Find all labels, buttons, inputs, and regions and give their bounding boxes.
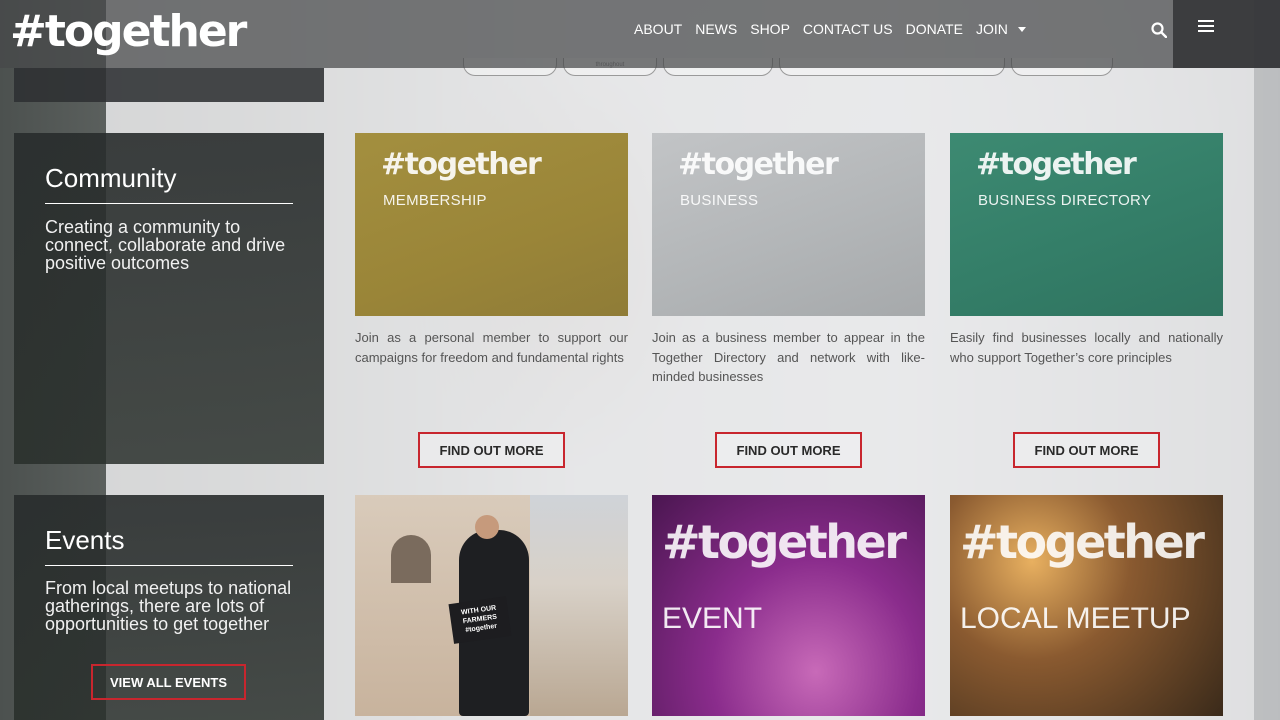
site-header: #together ABOUT NEWS SHOP CONTACT US DON… bbox=[0, 0, 1280, 68]
previous-section-card bbox=[14, 68, 324, 102]
tile-logo: #together bbox=[960, 515, 1205, 569]
nav-news[interactable]: NEWS bbox=[695, 21, 737, 37]
divider bbox=[45, 203, 293, 204]
tile-logo: #together bbox=[976, 147, 1137, 182]
nav-join[interactable]: JOIN bbox=[976, 21, 1026, 37]
events-title: Events bbox=[45, 525, 125, 555]
tile-subtitle: MEMBERSHIP bbox=[383, 192, 487, 209]
chevron-down-icon bbox=[1017, 26, 1026, 32]
tile-subtitle: BUSINESS DIRECTORY bbox=[978, 192, 1152, 209]
membership-description: Join as a personal member to support our… bbox=[355, 330, 628, 365]
membership-tile[interactable]: #together MEMBERSHIP bbox=[355, 133, 628, 316]
business-find-out-more-button[interactable]: FIND OUT MORE bbox=[715, 432, 862, 468]
events-card: Events From local meetups to national ga… bbox=[14, 495, 324, 720]
tile-logo: #together bbox=[662, 515, 907, 569]
tile-subtitle: BUSINESS bbox=[680, 192, 759, 209]
nav-shop[interactable]: SHOP bbox=[750, 21, 790, 37]
business-tile[interactable]: #together BUSINESS bbox=[652, 133, 925, 316]
event-tile[interactable]: #together EVENT bbox=[652, 495, 925, 716]
events-description: From local meetups to national gathering… bbox=[45, 578, 292, 634]
person-head bbox=[475, 515, 499, 539]
overlay-edge bbox=[1254, 0, 1280, 720]
tile-subtitle: LOCAL MEETUP bbox=[960, 602, 1191, 635]
view-all-events-button[interactable]: VIEW ALL EVENTS bbox=[91, 664, 246, 700]
main-nav: ABOUT NEWS SHOP CONTACT US DONATE JOIN bbox=[634, 21, 1026, 37]
nav-donate[interactable]: DONATE bbox=[906, 21, 963, 37]
nav-join-label: JOIN bbox=[975, 21, 1008, 37]
tile-logo: #together bbox=[381, 147, 542, 182]
business-directory-find-out-more-button[interactable]: FIND OUT MORE bbox=[1013, 432, 1160, 468]
membership-find-out-more-button[interactable]: FIND OUT MORE bbox=[418, 432, 565, 468]
business-directory-description: Easily find businesses locally and natio… bbox=[950, 330, 1223, 365]
window-shape bbox=[391, 535, 431, 583]
community-title: Community bbox=[45, 163, 177, 193]
protest-sign: WITH OUR FARMERS #together bbox=[448, 596, 512, 644]
divider bbox=[45, 565, 293, 566]
site-logo[interactable]: #together bbox=[10, 6, 247, 57]
menu-button[interactable] bbox=[1173, 0, 1280, 68]
community-description: Creating a community to connect, collabo… bbox=[45, 217, 286, 273]
search-icon[interactable] bbox=[1151, 22, 1167, 38]
community-card: Community Creating a community to connec… bbox=[14, 133, 324, 464]
tile-logo: #together bbox=[678, 147, 839, 182]
tile-subtitle: EVENT bbox=[662, 602, 763, 635]
hamburger-icon bbox=[1198, 20, 1214, 34]
nav-about[interactable]: ABOUT bbox=[634, 21, 682, 37]
business-directory-tile[interactable]: #together BUSINESS DIRECTORY bbox=[950, 133, 1223, 316]
event-photo-tile[interactable]: WITH OUR FARMERS #together bbox=[355, 495, 628, 716]
business-description: Join as a business member to appear in t… bbox=[652, 330, 925, 384]
local-meetup-tile[interactable]: #together LOCAL MEETUP bbox=[950, 495, 1223, 716]
nav-contact-us[interactable]: CONTACT US bbox=[803, 21, 893, 37]
